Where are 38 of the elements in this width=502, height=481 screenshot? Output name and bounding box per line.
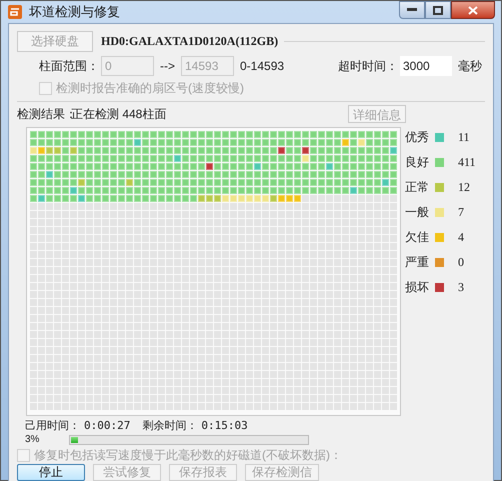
checkbox-label: 检测时报告准确的扇区号(速度较慢) [56,80,244,97]
remaining-time: 0:15:03 [201,418,248,434]
elapsed-time: 0:00:27 [84,418,130,434]
minimize-icon [407,8,417,12]
app-icon [7,4,23,20]
range-limits: 0-14593 [240,58,286,75]
legend-label: 良好 [405,154,430,171]
close-button[interactable] [451,1,495,19]
legend-count: 3 [458,279,464,296]
progress-percent: 3% [25,435,40,445]
legend-count: 4 [458,229,464,246]
window-title: 坏道检测与修复 [29,3,120,22]
legend-label: 损坏 [405,279,430,296]
legend-count: 7 [458,204,464,221]
maximize-icon [433,6,443,14]
timeout-unit: 毫秒 [458,58,482,75]
legend-label: 优秀 [405,129,430,146]
legend-label: 欠佳 [405,229,430,246]
remaining-label: 剩余时间： [142,418,198,434]
legend-count: 12 [458,179,470,196]
close-icon [468,6,478,14]
result-label: 检测结果： [17,106,71,123]
minimize-button[interactable] [399,1,425,19]
legend-count: 411 [458,154,476,171]
legend-count: 0 [458,254,464,271]
maximize-button[interactable] [425,1,451,19]
timeout-field[interactable]: 3000 [400,56,452,76]
range-arrow: --> [160,58,175,75]
cylinder-range-label: 柱面范围： [38,58,100,75]
checkbox-label: 修复时包括读写速度慢于此毫秒数的好磁道(不破坏数据)： [34,447,342,464]
elapsed-label: 己用时间： [25,418,80,434]
disk-name: HD0:GALAXTA1D0120A(112GB) [101,33,278,50]
action-button[interactable]: 停止 [17,464,85,481]
legend-label: 正常 [405,179,430,196]
legend-count: 11 [458,129,470,146]
legend-label: 一般 [405,204,430,221]
timeout-label: 超时时间： [338,58,399,75]
legend-label: 严重 [405,254,430,271]
